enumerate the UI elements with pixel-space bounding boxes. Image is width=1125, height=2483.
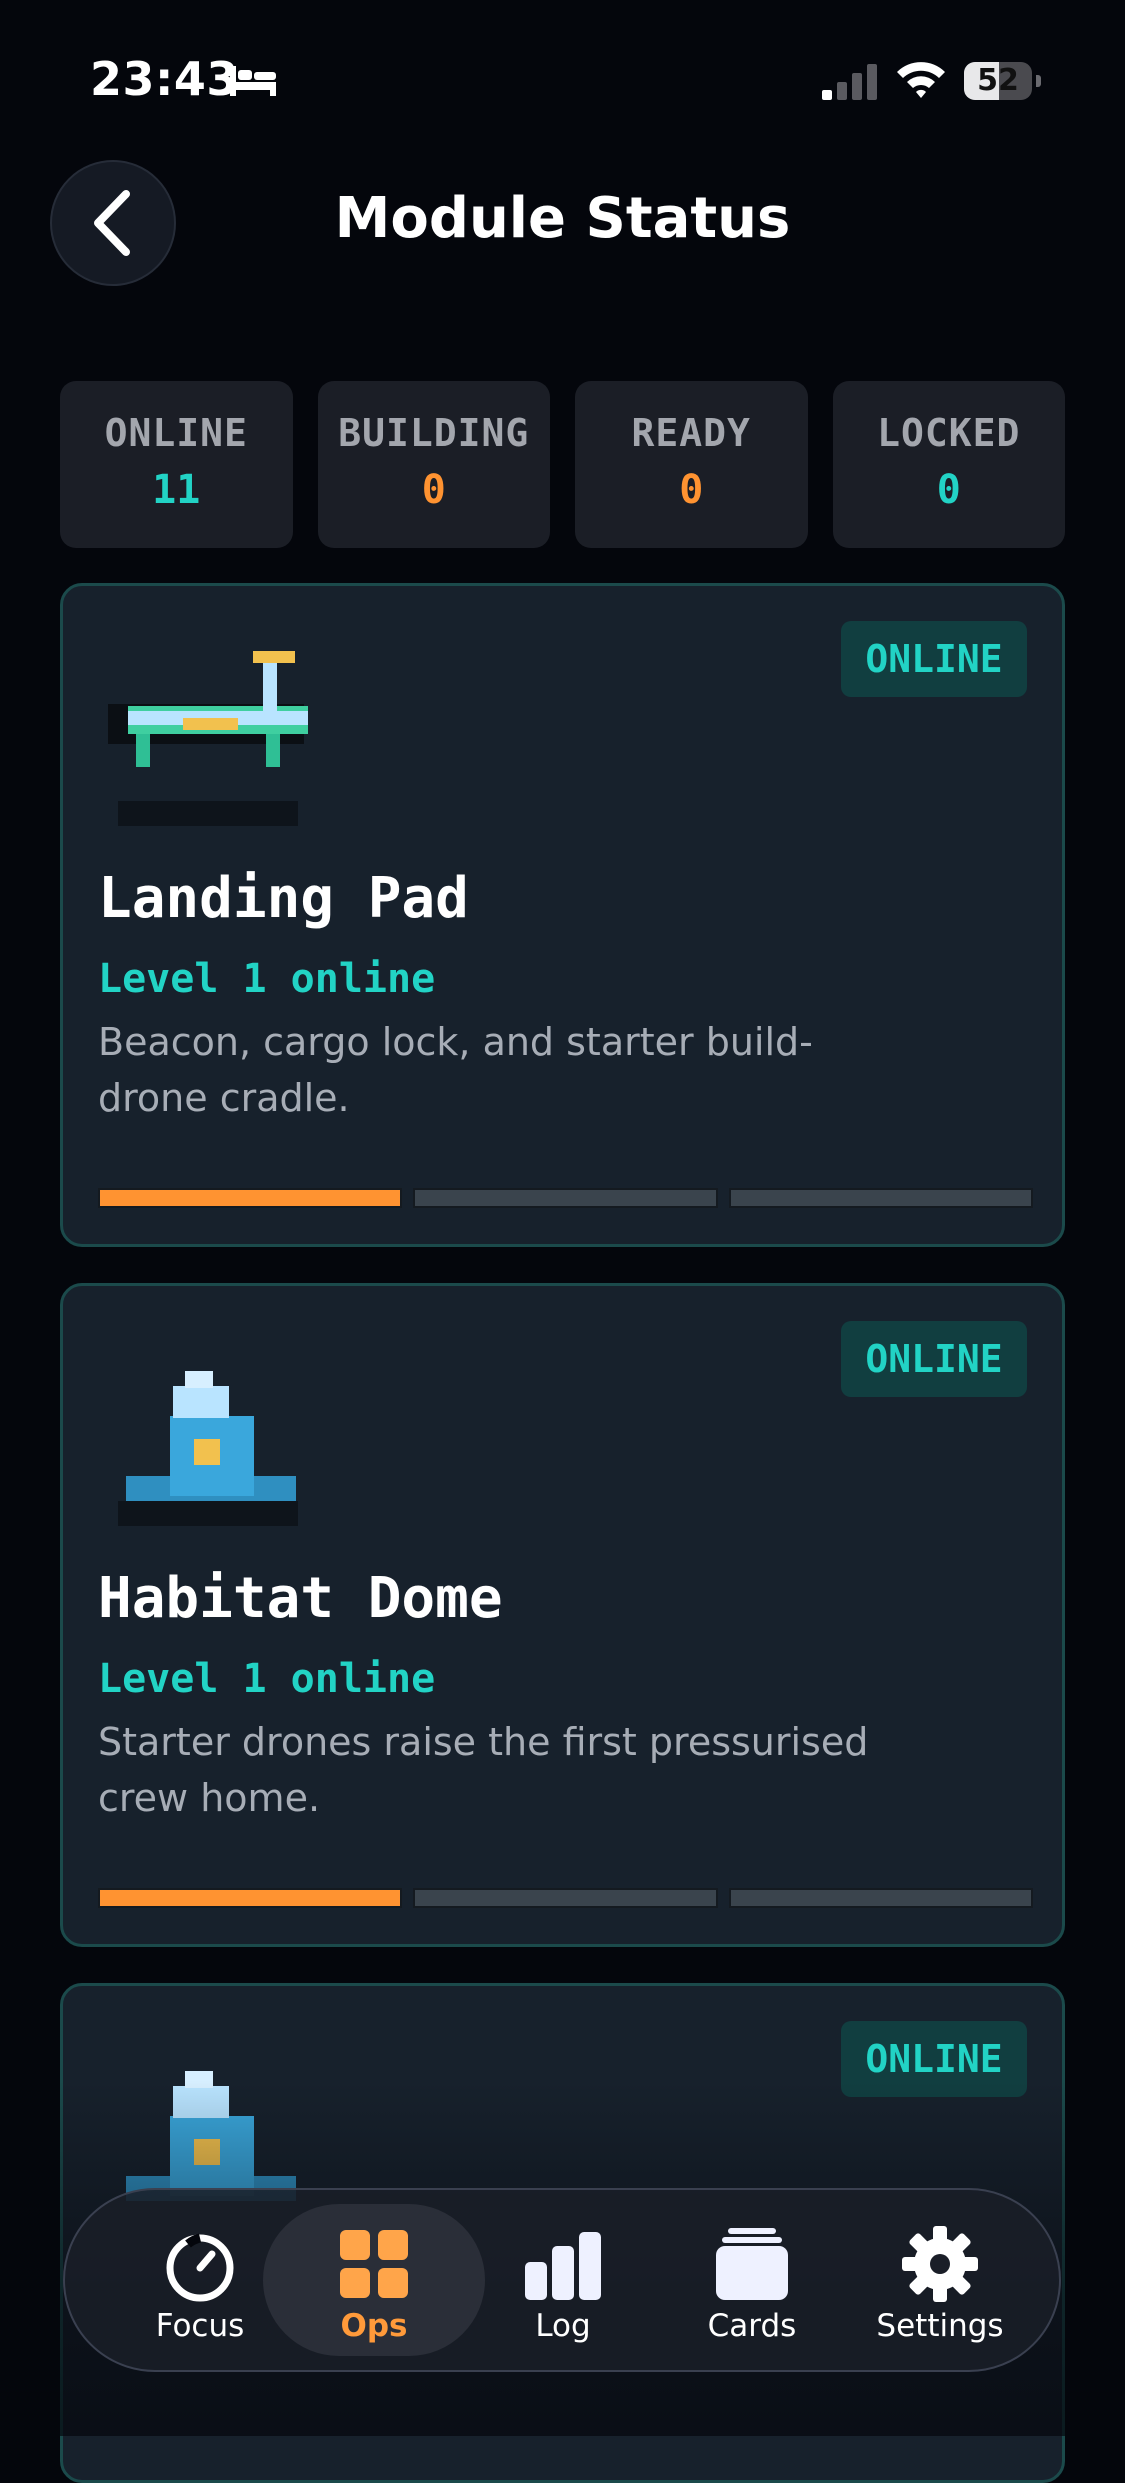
tab-settings[interactable]: Settings [845, 2190, 1035, 2374]
summary-locked-value: 0 [936, 467, 961, 513]
page-title: Module Status [334, 186, 791, 251]
module-description: Beacon, cargo lock, and starter build-dr… [98, 1020, 813, 1120]
status-badge: ONLINE [841, 621, 1027, 697]
battery-icon: 52 [964, 62, 1042, 100]
signal-icon [822, 64, 877, 100]
timer-icon [166, 2233, 234, 2302]
tab-log[interactable]: Log [468, 2190, 658, 2374]
cards-icon [716, 2228, 788, 2300]
tab-label: Focus [155, 2308, 245, 2344]
summary-locked: LOCKED 0 [832, 381, 1065, 548]
progress-segment [413, 1188, 718, 1208]
tab-label: Log [535, 2308, 591, 2344]
module-name: Habitat Dome [98, 1566, 503, 1631]
status-bar: 23:43 52 [0, 0, 1125, 150]
habitat-dome-icon [118, 1371, 298, 1526]
module-card-landing-pad[interactable]: ONLINE Landing Pad Level 1 online Beacon… [60, 583, 1065, 1247]
module-progress [98, 1188, 1033, 1208]
status-badge: ONLINE [841, 1321, 1027, 1397]
module-name: Landing Pad [98, 866, 469, 931]
summary-ready-label: READY [631, 411, 751, 455]
summary-locked-label: LOCKED [877, 411, 1021, 455]
module-progress [98, 1888, 1033, 1908]
progress-segment [728, 1188, 1033, 1208]
summary-building-label: BUILDING [338, 411, 530, 455]
tab-label: Cards [707, 2308, 797, 2344]
landing-pad-icon [108, 651, 308, 826]
wifi-icon [897, 62, 945, 98]
summary-online-value: 11 [152, 467, 201, 513]
summary-building: BUILDING 0 [317, 381, 550, 548]
gear-icon [902, 2226, 978, 2302]
tab-label: Settings [876, 2308, 1004, 2344]
battery-percent: 52 [977, 63, 1019, 98]
module-level: Level 1 online [98, 956, 436, 1002]
summary-ready: READY 0 [575, 381, 808, 548]
bar-chart-icon [525, 2232, 601, 2300]
status-time: 23:43 [90, 52, 239, 106]
summary-online: ONLINE 11 [60, 381, 293, 548]
tab-focus[interactable]: Focus [105, 2190, 295, 2374]
progress-segment [98, 1888, 403, 1908]
tab-bar: Focus Ops Log Cards Settings [63, 2188, 1061, 2372]
tab-cards[interactable]: Cards [657, 2190, 847, 2374]
module-description: Starter drones raise the first pressuris… [98, 1720, 869, 1820]
module-card-habitat-dome[interactable]: ONLINE Habitat Dome Level 1 online Start… [60, 1283, 1065, 1947]
progress-segment [98, 1188, 403, 1208]
tab-ops[interactable]: Ops [279, 2190, 469, 2374]
tab-label: Ops [340, 2308, 408, 2344]
summary-ready-value: 0 [679, 467, 704, 513]
status-badge: ONLINE [841, 2021, 1027, 2097]
summary-online-label: ONLINE [104, 411, 248, 455]
progress-segment [413, 1888, 718, 1908]
status-summary: ONLINE 11 BUILDING 0 READY 0 LOCKED 0 [60, 381, 1065, 548]
progress-segment [728, 1888, 1033, 1908]
grid-icon [340, 2230, 408, 2298]
module-level: Level 1 online [98, 1656, 436, 1702]
bed-icon [230, 66, 276, 96]
summary-building-value: 0 [421, 467, 446, 513]
